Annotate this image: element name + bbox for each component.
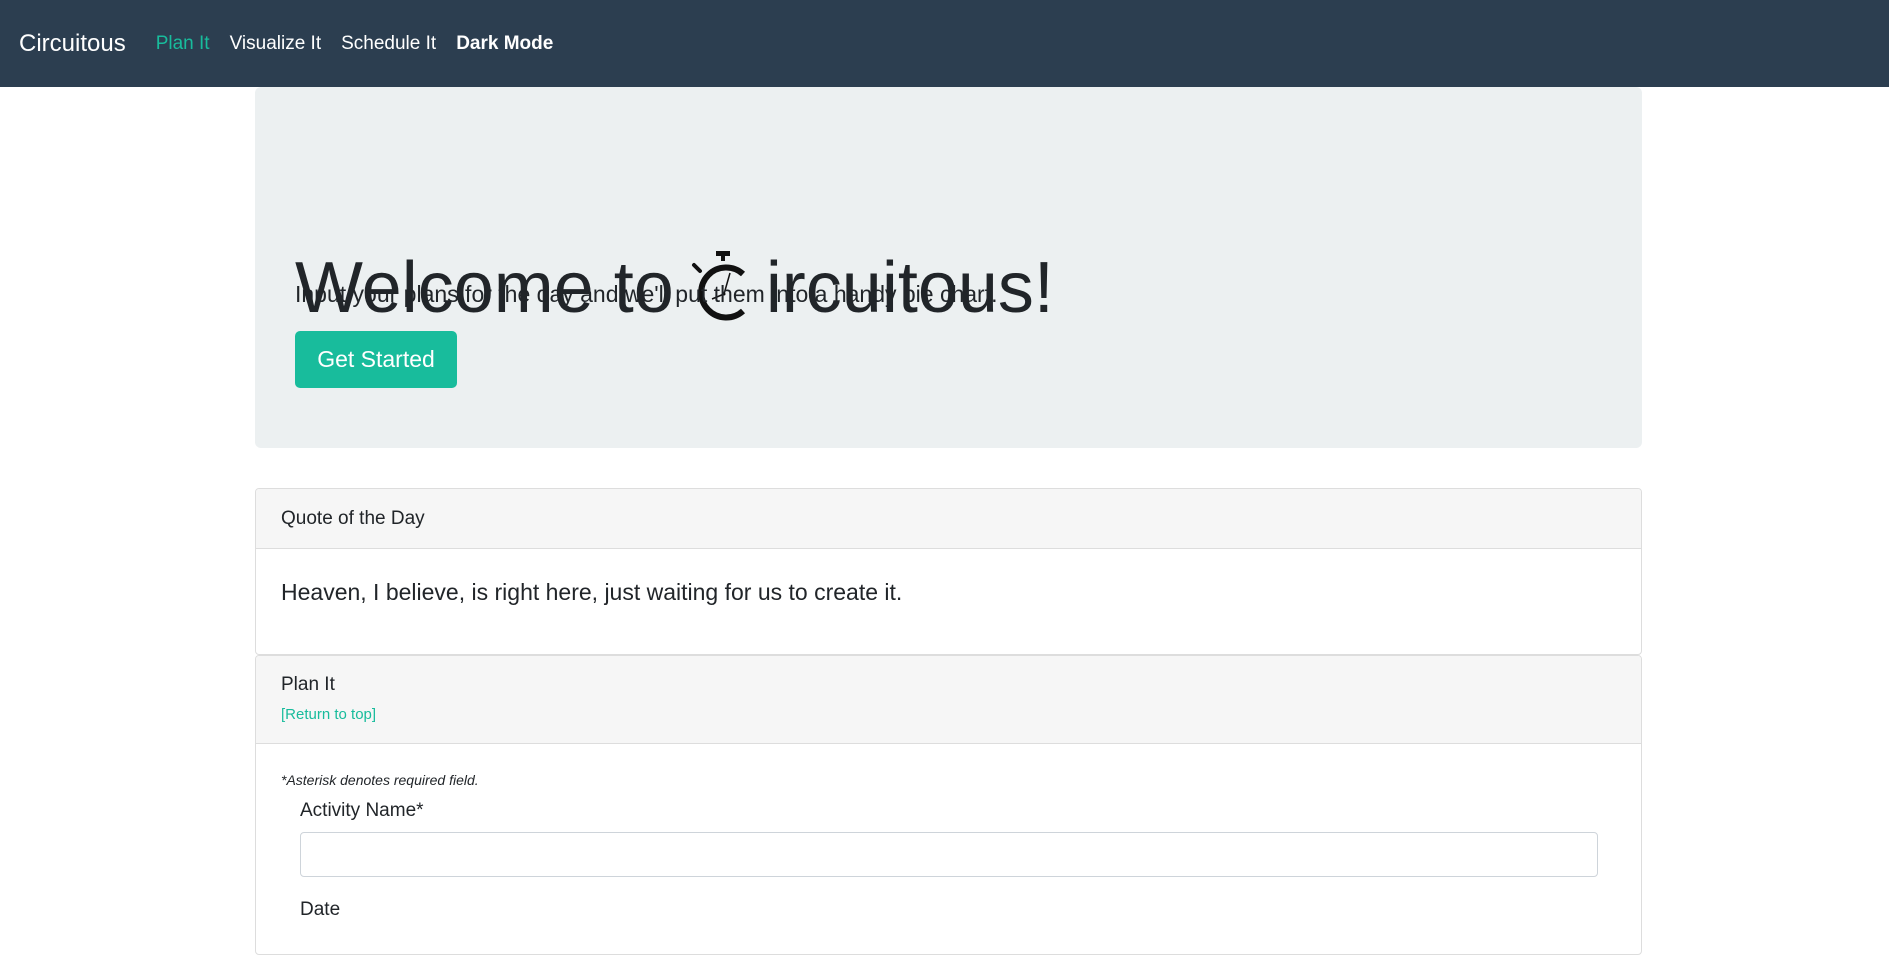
hero-section: Welcome to ircuitous! Input your plans f… [255,87,1642,448]
plan-card-header: Plan It [Return to top] [256,656,1641,744]
top-navbar: Circuitous Plan It Visualize It Schedule… [0,0,1889,87]
nav-dark-mode[interactable]: Dark Mode [456,33,553,55]
plan-card-title: Plan It [281,674,335,695]
activity-name-label: Activity Name* [300,800,424,821]
nav-schedule-it[interactable]: Schedule It [341,33,436,55]
get-started-button[interactable]: Get Started [295,331,457,388]
nav-plan-it[interactable]: Plan It [156,33,210,55]
activity-name-group: Activity Name* Date [281,800,1616,921]
quote-text: Heaven, I believe, is right here, just w… [281,579,903,605]
hero-lead-text: Input your plans for the day and we'll p… [295,281,998,307]
plan-card-body: *Asterisk denotes required field. Activi… [256,744,1641,921]
quote-card: Quote of the Day Heaven, I believe, is r… [255,488,1642,655]
activity-name-input[interactable] [300,832,1598,877]
return-to-top-link[interactable]: [Return to top] [281,706,376,723]
brand-link[interactable]: Circuitous [19,30,126,58]
quote-card-body: Heaven, I believe, is right here, just w… [256,549,1641,606]
required-field-note: *Asterisk denotes required field. [281,772,479,788]
nav-visualize-it[interactable]: Visualize It [230,33,322,55]
quote-card-header: Quote of the Day [256,489,1641,549]
plan-card: Plan It [Return to top] *Asterisk denote… [255,655,1642,955]
date-label: Date [300,899,341,920]
